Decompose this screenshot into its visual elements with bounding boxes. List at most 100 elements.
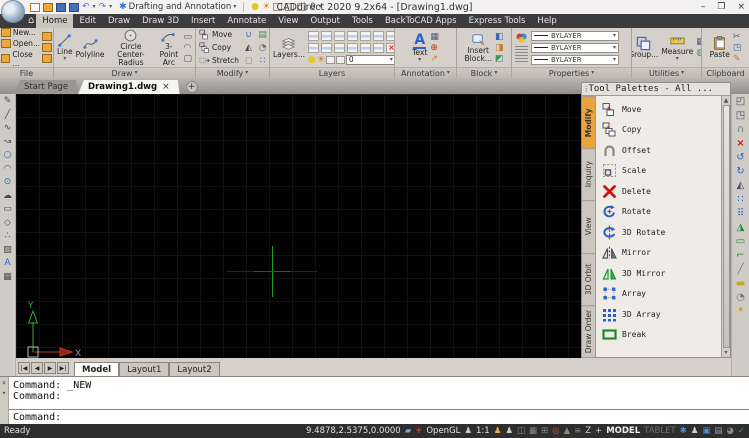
cut-icon[interactable]: ✂	[733, 32, 742, 42]
quick-access-caret-icon[interactable]: ▾	[319, 4, 322, 10]
leader-tool-icon[interactable]: ↗	[430, 54, 439, 64]
arc-button[interactable]: 3-Point Arc	[157, 28, 180, 67]
layer-tool-icon[interactable]	[360, 43, 371, 53]
palette-tab-modify[interactable]: Modify	[582, 96, 595, 148]
linetype-dropdown[interactable]: BYLAYER ▾	[531, 43, 619, 53]
import-icon[interactable]	[42, 32, 52, 41]
palette-item-3d-array[interactable]: 3D Array	[602, 304, 721, 325]
export-icon[interactable]	[42, 43, 52, 52]
menu-edit[interactable]: Edit	[73, 14, 101, 28]
offset-tool-icon[interactable]: ∪	[245, 30, 252, 40]
line-icon[interactable]: ╱	[5, 111, 10, 120]
layer-on-icon[interactable]: ●	[308, 55, 316, 65]
prev-tab-button[interactable]: ◀	[31, 362, 43, 374]
layer-plot-icon[interactable]	[326, 56, 335, 64]
array-tool-icon[interactable]: ∷	[260, 56, 266, 66]
layer-tool-icon[interactable]	[373, 31, 384, 41]
annotation-scale-value[interactable]: 1:1	[476, 426, 490, 436]
settings-icon[interactable]: ✱	[680, 427, 687, 436]
text-icon[interactable]: A	[4, 259, 10, 268]
menu-annotate[interactable]: Annotate	[221, 14, 272, 28]
group-button[interactable]: Group...	[632, 36, 658, 59]
polygon-icon[interactable]: ◇	[4, 219, 11, 228]
join-icon[interactable]: ⌐	[736, 251, 744, 261]
tab-layout2[interactable]: Layout2	[169, 362, 219, 376]
menu-draw-3d[interactable]: Draw 3D	[136, 14, 185, 28]
fillet-tool-icon[interactable]: ◔	[259, 43, 267, 53]
point-icon[interactable]: ∴	[5, 232, 11, 241]
command-input[interactable]: Command:	[13, 412, 61, 423]
scroll-up-icon[interactable]: ▲	[724, 97, 729, 104]
command-menu-icon[interactable]: ▾	[2, 390, 6, 397]
workspace-switcher[interactable]: ✱ Drafting and Annotation ▾	[119, 2, 236, 12]
region-tool-icon[interactable]: ▢	[183, 54, 192, 64]
new-button[interactable]: New...	[1, 28, 40, 37]
hardware-accel-icon[interactable]: +	[415, 427, 422, 436]
command-close-icon[interactable]: ×	[2, 380, 6, 387]
mirror-icon[interactable]: ◭	[737, 181, 745, 191]
annotation-visibility-icon[interactable]: ♟	[494, 427, 502, 436]
palette-item-scale[interactable]: Scale	[602, 161, 721, 182]
first-tab-button[interactable]: |◀	[18, 362, 30, 374]
tab-layout1[interactable]: Layout1	[119, 362, 169, 376]
palette-tab-draw-order[interactable]: Draw Order	[582, 305, 595, 357]
maximize-button[interactable]: ❐	[717, 2, 725, 12]
palette-item-break[interactable]: Break	[602, 325, 721, 346]
panel-label-file[interactable]: File	[0, 67, 53, 78]
mirror-tool-icon[interactable]: ◭	[245, 43, 252, 53]
menu-tools[interactable]: Tools	[346, 14, 379, 28]
chamfer-icon[interactable]: ╱	[737, 265, 743, 275]
panel-label-properties[interactable]: Properties ▾	[512, 67, 631, 78]
app-logo-icon[interactable]	[1, 0, 25, 23]
annotation-autoscale-icon[interactable]: ♟	[505, 427, 513, 436]
rectangle-tool-icon[interactable]: ▭	[183, 32, 192, 42]
delete-icon[interactable]: ×	[736, 139, 744, 149]
menu-home[interactable]: Home	[36, 14, 73, 28]
lineweight-dropdown[interactable]: BYLAYER ▾	[531, 55, 619, 65]
palette-item-3d-mirror[interactable]: 3D Mirror	[602, 263, 721, 284]
hatch-icon[interactable]: ▨	[3, 246, 12, 255]
quick-calc-icon[interactable]: ▦	[696, 37, 701, 47]
palette-tab-inquiry[interactable]: Inquiry	[582, 148, 595, 200]
menu-backtocad-apps[interactable]: BackToCAD Apps	[379, 14, 463, 28]
fillet-icon[interactable]: ◔	[736, 293, 745, 303]
menu-express-tools[interactable]: Express Tools	[463, 14, 532, 28]
lineweight-icon[interactable]: ≡	[574, 427, 581, 436]
layer-tool-icon[interactable]	[308, 43, 319, 53]
layer-checkbox-icon[interactable]	[297, 3, 306, 11]
tab-start-page[interactable]: Start Page	[14, 80, 78, 94]
move-button[interactable]: Move	[199, 29, 239, 40]
panel-label-clipboard[interactable]: Clipboard	[702, 67, 749, 78]
revision-cloud-icon[interactable]: ☁	[3, 192, 12, 201]
palette-item-rotate[interactable]: Rotate	[602, 202, 721, 223]
windows-icon[interactable]: ▣	[702, 427, 710, 436]
undo-icon[interactable]: ↶	[82, 2, 90, 12]
new-tab-button[interactable]: +	[186, 81, 198, 93]
layer-tool-icon[interactable]	[347, 31, 358, 41]
tool-palettes-title-bar[interactable]: ⁞⁞ Tool Palettes - All ...	[582, 83, 730, 96]
tab-drawing1[interactable]: Drawing1.dwg ×	[78, 80, 180, 94]
copy-icon[interactable]: ◳	[736, 111, 745, 121]
snap-icon[interactable]: ⊞	[541, 427, 548, 436]
save-as-icon[interactable]	[42, 54, 52, 63]
array-icon[interactable]: ∷	[737, 195, 743, 205]
table-icon[interactable]: ▦	[3, 273, 12, 282]
polyline-button[interactable]: Polyline	[76, 36, 105, 59]
linetype-icon[interactable]	[515, 46, 528, 54]
arc-tool-icon[interactable]: ◠	[183, 43, 192, 53]
user-icon[interactable]: ♟	[691, 427, 699, 436]
dynamic-input-icon[interactable]: +	[595, 427, 602, 436]
dimension-tool-icon[interactable]: ⊕	[430, 43, 439, 53]
opengl-label[interactable]: OpenGL	[426, 426, 460, 436]
isodraft-icon[interactable]: ◫	[517, 427, 525, 436]
edit-tool-icon[interactable]: ▤	[258, 30, 267, 40]
ucs-z-icon[interactable]: Z	[585, 427, 591, 436]
layer-tool-icon[interactable]	[373, 43, 384, 53]
scrollbar-thumb[interactable]	[723, 105, 730, 348]
measure-button[interactable]: Measure ▾	[661, 33, 693, 62]
lineweight-icon[interactable]	[515, 55, 528, 63]
move-icon[interactable]: ◰	[736, 97, 745, 107]
scroll-down-icon[interactable]: ▾	[724, 349, 727, 356]
arc-icon[interactable]: ◠	[4, 165, 12, 174]
save-all-icon[interactable]	[69, 3, 79, 12]
